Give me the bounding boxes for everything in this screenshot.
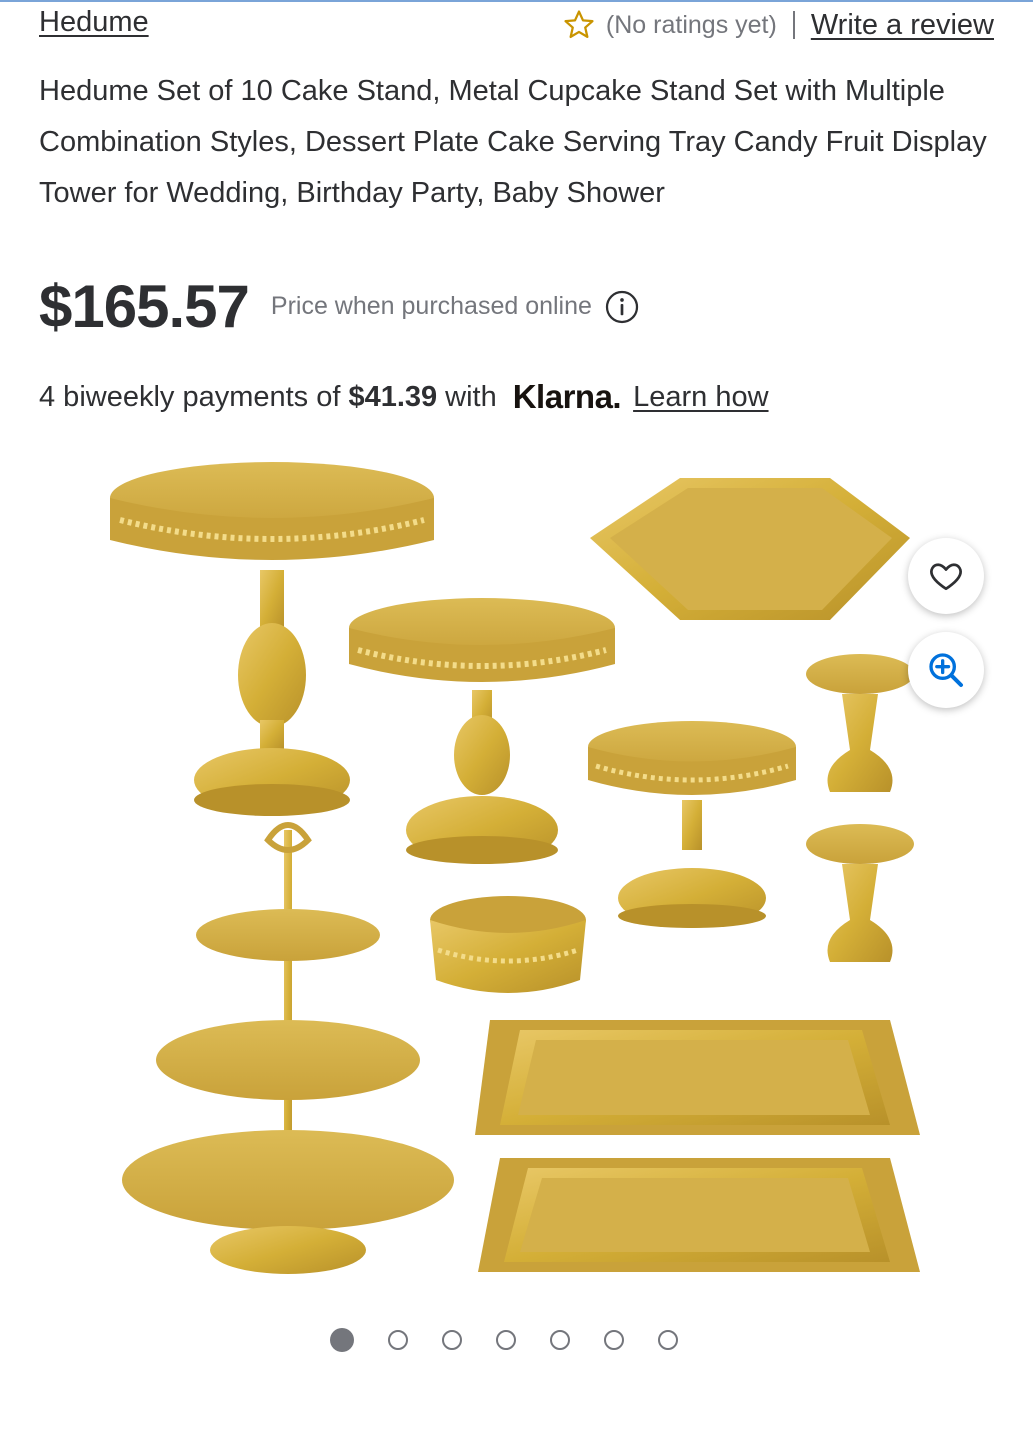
top-border [0, 0, 1033, 2]
gallery-dot[interactable] [442, 1330, 462, 1350]
klarna-amount: $41.39 [348, 380, 438, 413]
write-review-link[interactable]: Write a review [811, 9, 994, 42]
brand-link[interactable]: Hedume [39, 6, 149, 39]
candle-holder-top [806, 654, 914, 792]
gallery-pagination [330, 1328, 678, 1352]
rating-separator [792, 11, 795, 39]
price-note: Price when purchased online [270, 292, 592, 320]
gallery-dot[interactable] [658, 1330, 678, 1350]
klarna-payment-row: 4 biweekly payments of $41.39 with Klarn… [39, 378, 769, 416]
rect-tray-top [475, 1020, 920, 1135]
gallery-dot[interactable] [496, 1330, 516, 1350]
klarna-with: with [445, 380, 497, 413]
three-tier-stand [122, 822, 454, 1274]
gallery-dot[interactable] [388, 1330, 408, 1350]
klarna-logo: Klarna. [512, 378, 622, 415]
klarna-prefix: 4 biweekly payments of [39, 380, 341, 413]
small-bowl [430, 896, 586, 993]
product-title: Hedume Set of 10 Cake Stand, Metal Cupca… [39, 75, 987, 209]
info-icon[interactable] [604, 289, 640, 325]
learn-how-link[interactable]: Learn how [633, 381, 768, 414]
small-cake-stand [588, 721, 796, 928]
price-row: $165.57 Price when purchased online [39, 272, 640, 341]
zoom-button[interactable] [908, 632, 984, 708]
rating-text: (No ratings yet) [605, 10, 777, 39]
favorite-button[interactable] [908, 538, 984, 614]
hexagon-tray [590, 478, 910, 620]
gallery-dot[interactable] [330, 1328, 354, 1352]
product-price: $165.57 [39, 273, 250, 340]
rect-tray-bottom [478, 1158, 920, 1272]
star-outline-icon [564, 10, 594, 39]
candle-holder-bottom [806, 824, 914, 962]
zoom-in-icon [929, 653, 963, 687]
gallery-dot[interactable] [604, 1330, 624, 1350]
product-image[interactable] [100, 450, 940, 1290]
rating-area: (No ratings yet) Write a review [562, 8, 994, 42]
gallery-dot[interactable] [550, 1330, 570, 1350]
heart-icon [930, 563, 962, 591]
medium-cake-stand [349, 598, 615, 864]
